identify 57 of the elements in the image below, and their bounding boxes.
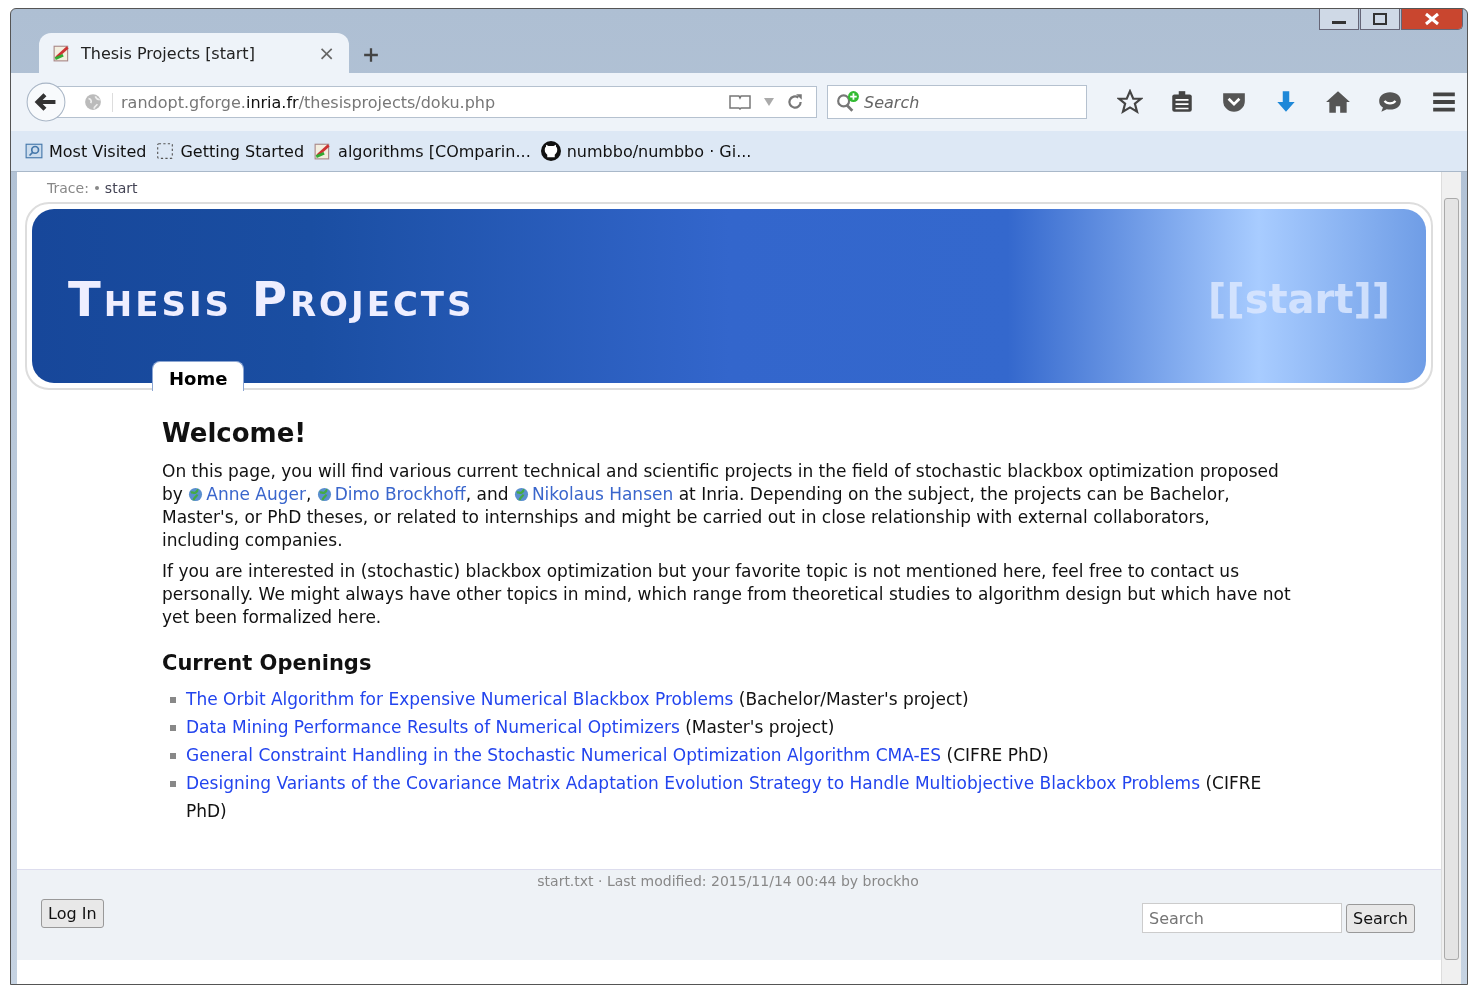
search-add-icon (836, 91, 860, 113)
opening-item: Data Mining Performance Results of Numerical Optimizers (Master's project) (186, 716, 835, 739)
search-field[interactable]: Search (827, 85, 1087, 119)
project-link[interactable]: Designing Variants of the Covariance Matrix Adaptation Evolution Strategy to Handle Multiobjective Blackbox Problems (186, 773, 1200, 793)
breadcrumb-link[interactable]: start (104, 180, 138, 196)
bookmark-item[interactable]: numbbo/numbbo · Gi... (540, 141, 752, 161)
globe-icon (316, 487, 332, 502)
login-button[interactable]: Log In (41, 898, 104, 928)
bullet-icon (94, 186, 99, 190)
page-heading: Welcome! (162, 418, 308, 448)
project-link[interactable]: General Constraint Handling in the Stochastic Numerical Optimization Algorithm CMA-ES (186, 745, 942, 765)
user-link[interactable]: Dimo Brockhoff (334, 484, 466, 504)
page-info: start.txt · Last modified: 2015/11/14 00:44 by brockho (536, 872, 920, 889)
bookmark-item[interactable]: algorithms [COmparin... (314, 141, 531, 161)
user-link[interactable]: Anne Auger (206, 484, 306, 504)
opening-item: General Constraint Handling in the Stochastic Numerical Optimization Algorithm CMA-ES (CIFRE PhD) (186, 744, 1049, 767)
bullet-icon (170, 725, 176, 731)
close-window-icon[interactable] (1401, 9, 1463, 30)
site-title[interactable]: Thesis Projects (68, 271, 475, 327)
scrollbar[interactable] (1441, 172, 1461, 984)
user-link[interactable]: Nikolaus Hansen (531, 484, 674, 504)
section-heading: Current Openings (162, 651, 373, 675)
globe-icon (513, 487, 529, 502)
restore-icon[interactable] (1360, 9, 1400, 30)
home-tab[interactable]: Home (152, 361, 245, 391)
globe-icon (188, 487, 204, 502)
reader-view-icon[interactable] (728, 94, 752, 110)
breadcrumb-label: Trace: (47, 180, 89, 196)
close-tab-icon[interactable]: × (318, 41, 335, 65)
blank-page-icon (156, 142, 175, 160)
search-input[interactable]: Search (1142, 903, 1343, 933)
opening-item: Designing Variants of the Covariance Matrix Adaptation Evolution Strategy to Handle Multiobjective Blackbox Problems (CIFRE PhD) (186, 772, 1263, 823)
opening-item: The Orbit Algorithm for Expensive Numerical Blackbox Problems (Bachelor/Master's project) (186, 688, 969, 711)
folder-icon (25, 142, 43, 160)
bookmark-item[interactable]: Most Visited (25, 141, 147, 161)
home-icon[interactable] (1325, 89, 1351, 115)
new-tab-icon[interactable] (363, 47, 379, 63)
search-button[interactable]: Search (1346, 903, 1415, 933)
chat-icon[interactable] (1377, 89, 1403, 115)
star-icon[interactable] (1117, 89, 1143, 115)
reload-icon[interactable] (786, 93, 804, 111)
octocat-icon (540, 141, 561, 161)
browser-tab[interactable]: Thesis Projects [start] × (39, 33, 349, 73)
bookmark-item[interactable]: Getting Started (156, 141, 305, 161)
bullet-icon (170, 753, 176, 759)
back-icon[interactable] (25, 81, 67, 123)
pencil-page-icon (53, 44, 71, 62)
reading-list-icon[interactable] (1169, 89, 1195, 115)
globe-icon (84, 93, 102, 111)
project-link[interactable]: Data Mining Performance Results of Numerical Optimizers (186, 717, 680, 737)
minimize-icon[interactable] (1319, 9, 1359, 30)
project-link[interactable]: The Orbit Algorithm for Expensive Numerical Blackbox Problems (186, 689, 734, 709)
bullet-icon (170, 697, 176, 703)
bullet-icon (170, 781, 176, 787)
contact-paragraph: If you are interested in (stochastic) blackbox optimization but your favorite topic is not mentioned here, feel free to contact us personally. We might always have other topics in mind, which range from theoretical studies to algorithm design but which have not yet been formalized here. (162, 560, 1291, 629)
intro-paragraph: On this page, you will find various current technical and scientific projects in the field of stochastic blackbox optimization proposed by Anne Auger, Dimo Brockhoff, and Nikolaus Hansen at Inria. Depending on the subject, the projects can be Bachelor, Master's, or PhD theses, or related to internships and might be carried out in close relationship with external collaborators, including companies. (162, 460, 1280, 552)
address-bar[interactable]: randopt.gforge.inria.fr/thesisprojects/doku.php (57, 86, 817, 118)
